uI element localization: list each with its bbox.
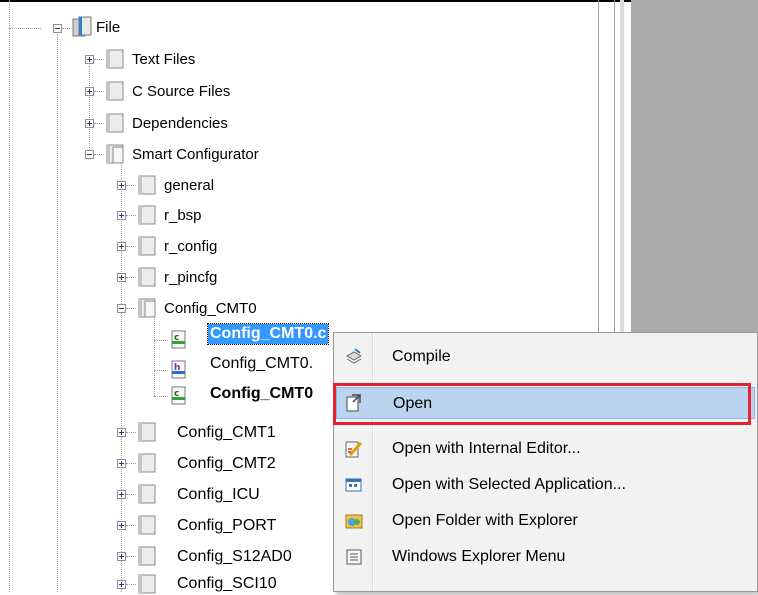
header-file-icon: h <box>171 360 186 379</box>
expand-icon[interactable] <box>117 273 126 282</box>
tree-line <box>94 154 104 155</box>
menu-item-open-internal-editor[interactable]: Open with Internal Editor... <box>336 433 755 465</box>
tree-item-dependencies[interactable]: Dependencies <box>130 114 230 134</box>
tree-item-text-files[interactable]: Text Files <box>130 50 197 70</box>
expand-icon[interactable] <box>85 55 94 64</box>
menu-item-windows-explorer-menu[interactable]: Windows Explorer Menu <box>336 541 755 573</box>
tree-item-config-cmt0-h[interactable]: Config_CMT0. <box>208 354 315 374</box>
folder-icon <box>106 49 124 69</box>
tree-line <box>9 0 10 592</box>
tree-line <box>126 215 136 216</box>
tree-item-config-icu[interactable]: Config_ICU <box>175 485 262 505</box>
expand-icon[interactable] <box>117 490 126 499</box>
tree-line <box>89 66 90 154</box>
folder-icon <box>138 515 156 535</box>
tree-line <box>94 123 104 124</box>
tree-item-c-source-files[interactable]: C Source Files <box>130 82 232 102</box>
menu-item-open-folder-explorer[interactable]: Open Folder with Explorer <box>336 505 755 537</box>
tree-item-config-cmt1[interactable]: Config_CMT1 <box>175 423 278 443</box>
tree-item-config-cmt0[interactable]: Config_CMT0 <box>162 299 259 319</box>
folder-icon <box>138 175 156 195</box>
tree-line <box>126 185 136 186</box>
expand-icon[interactable] <box>117 552 126 561</box>
folder-icon <box>138 546 156 566</box>
tree-line <box>126 432 136 433</box>
tree-item-config-sci10[interactable]: Config_SCI10 <box>175 574 279 594</box>
tree-item-config-port[interactable]: Config_PORT <box>175 516 278 536</box>
tree-line <box>154 396 168 397</box>
tree-line <box>126 463 136 464</box>
menu-item-label: Open with Selected Application... <box>392 476 626 493</box>
tree-item-r-bsp[interactable]: r_bsp <box>162 206 204 226</box>
tree-line <box>57 34 58 592</box>
tree-item-config-cmt2[interactable]: Config_CMT2 <box>175 454 278 474</box>
expand-icon[interactable] <box>117 521 126 530</box>
tree-item-config-s12ad0[interactable]: Config_S12AD0 <box>175 547 294 567</box>
tree-line <box>126 494 136 495</box>
expand-icon[interactable] <box>117 428 126 437</box>
expand-icon[interactable] <box>117 211 126 220</box>
folder-icon <box>138 236 156 256</box>
tree-line <box>126 246 136 247</box>
collapse-icon[interactable] <box>53 24 62 33</box>
open-folder-icon <box>138 298 156 318</box>
compile-icon <box>345 348 363 364</box>
tree-item-r-pincfg[interactable]: r_pincfg <box>162 268 219 288</box>
menu-item-label: Open with Internal Editor... <box>392 440 581 457</box>
tree-line <box>154 312 155 396</box>
tree-line <box>62 28 70 29</box>
folder-icon <box>106 81 124 101</box>
menu-item-open-selected-application[interactable]: Open with Selected Application... <box>336 469 755 501</box>
menu-item-label: Open Folder with Explorer <box>392 512 578 529</box>
c-source-file-icon: c <box>171 386 186 405</box>
folder-icon <box>138 205 156 225</box>
menu-item-compile[interactable]: Compile <box>336 341 755 373</box>
folder-icon <box>106 113 124 133</box>
folder-icon <box>138 453 156 473</box>
expand-icon[interactable] <box>117 181 126 190</box>
expand-icon[interactable] <box>117 242 126 251</box>
tree-line <box>94 91 104 92</box>
tree-line <box>154 370 168 371</box>
tree-item-config-cmt0-user[interactable]: Config_CMT0 <box>208 384 315 404</box>
collapse-icon[interactable] <box>85 150 94 159</box>
internal-editor-icon <box>345 441 363 458</box>
tree-line <box>126 277 136 278</box>
tree-line <box>126 584 136 585</box>
expand-icon[interactable] <box>117 459 126 468</box>
open-folder-icon <box>106 144 124 164</box>
expand-icon[interactable] <box>117 580 126 589</box>
menu-item-label: Windows Explorer Menu <box>392 548 566 565</box>
svg-text:c: c <box>174 333 179 343</box>
menu-item-label: Compile <box>392 348 451 365</box>
svg-text:c: c <box>174 389 179 399</box>
explorer-menu-icon <box>346 549 362 565</box>
folder-icon <box>138 422 156 442</box>
open-folder-icon <box>72 16 92 37</box>
c-source-file-icon: c <box>171 330 186 349</box>
tree-line <box>9 28 41 29</box>
tree-item-general[interactable]: general <box>162 176 216 196</box>
tree-item-r-config[interactable]: r_config <box>162 237 219 257</box>
collapse-icon[interactable] <box>117 304 126 313</box>
tree-item-smart-configurator[interactable]: Smart Configurator <box>130 145 261 165</box>
folder-icon <box>138 484 156 504</box>
tree-line <box>126 308 136 309</box>
tree-item-config-cmt0-c[interactable]: Config_CMT0.c <box>206 323 330 345</box>
tree-line <box>94 59 104 60</box>
annotation-highlight-frame <box>333 383 751 425</box>
expand-icon[interactable] <box>85 119 94 128</box>
tree-line <box>126 525 136 526</box>
explorer-folder-icon <box>345 514 363 529</box>
folder-icon <box>138 267 156 287</box>
tree-line <box>154 340 168 341</box>
selected-application-icon <box>345 478 362 492</box>
tree-item-file[interactable]: File <box>94 18 122 38</box>
tree-line <box>126 556 136 557</box>
expand-icon[interactable] <box>85 87 94 96</box>
svg-text:h: h <box>174 363 180 373</box>
context-menu: Compile Open Open with Internal Editor..… <box>333 332 758 592</box>
